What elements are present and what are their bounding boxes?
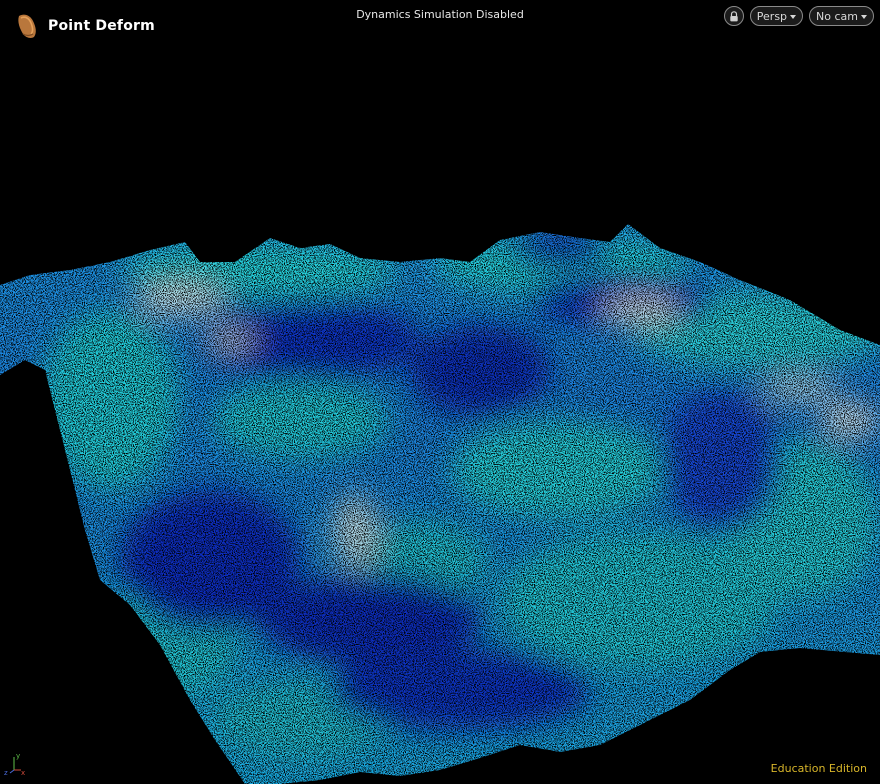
- camera-lock-button[interactable]: [723, 6, 744, 26]
- lock-icon: [730, 10, 738, 21]
- 3d-viewport[interactable]: Point Deform Dynamics Simulation Disable…: [0, 0, 880, 784]
- axis-gizmo: y x z: [4, 752, 25, 776]
- edition-label: Education Edition: [770, 762, 867, 775]
- axis-x-label: x: [21, 769, 25, 776]
- chevron-down-icon: [790, 14, 797, 19]
- view-mode-label: Persp: [756, 9, 788, 23]
- point-cloud-terrain[interactable]: [0, 0, 880, 784]
- viewport-controls: Persp No cam: [723, 6, 874, 26]
- axis-z-label: z: [4, 769, 8, 776]
- camera-dropdown[interactable]: No cam: [809, 6, 874, 26]
- camera-label: No cam: [816, 9, 858, 23]
- chevron-down-icon: [861, 14, 867, 19]
- axis-y-label: y: [16, 752, 20, 760]
- view-mode-dropdown[interactable]: Persp: [749, 6, 804, 26]
